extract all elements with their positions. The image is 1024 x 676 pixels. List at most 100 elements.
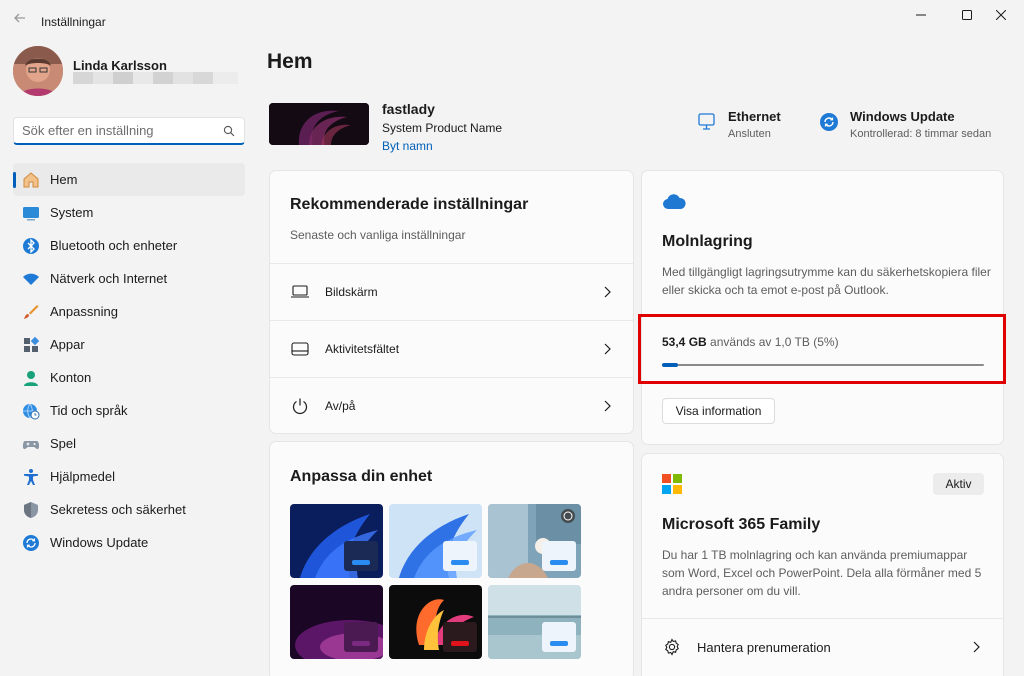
back-arrow-icon[interactable]	[10, 10, 30, 30]
recommended-settings-card: Rekommenderade inställningar Senaste och…	[269, 170, 634, 434]
device-wallpaper-thumbnail	[269, 103, 369, 145]
close-icon	[996, 10, 1006, 20]
sidebar-item-label: Hem	[50, 172, 78, 187]
manage-subscription-row[interactable]: Hantera prenumeration	[642, 618, 1003, 675]
ethernet-status-subtitle: Ansluten	[728, 128, 771, 140]
search-input[interactable]	[22, 123, 217, 138]
minimize-icon	[916, 14, 926, 16]
recommended-title: Rekommenderade inställningar	[290, 196, 529, 213]
chevron-right-icon	[602, 399, 612, 413]
onedrive-cloud-icon	[662, 193, 686, 211]
recommended-row-bildskarm[interactable]: Bildskärm	[270, 263, 634, 320]
cloud-title: Molnlagring	[662, 233, 753, 250]
avatar[interactable]	[13, 46, 63, 96]
search-icon[interactable]	[223, 125, 235, 137]
device-model: System Product Name	[382, 121, 503, 135]
theme-thumbnail-1[interactable]	[290, 504, 383, 578]
bluetooth-icon	[22, 237, 40, 255]
slideshow-icon	[560, 508, 576, 524]
chevron-right-icon	[602, 342, 612, 356]
microsoft-365-card: Aktiv Microsoft 365 Family Du har 1 TB m…	[641, 453, 1004, 676]
display-icon	[290, 282, 310, 302]
chevron-right-icon	[971, 640, 981, 654]
theme-thumbnail-6[interactable]	[488, 585, 581, 659]
theme-thumbnail-3[interactable]	[488, 504, 581, 578]
sidebar-item-appar[interactable]: Appar	[13, 328, 245, 361]
gear-icon	[662, 637, 682, 657]
row-label: Av/på	[325, 399, 356, 413]
chevron-right-icon	[602, 285, 612, 299]
apps-icon	[22, 336, 40, 354]
sidebar-item-label: Appar	[50, 337, 85, 352]
row-label: Aktivitetsfältet	[325, 342, 400, 356]
recommended-row-aktivitetsfaltet[interactable]: Aktivitetsfältet	[270, 320, 634, 377]
sidebar-item-spel[interactable]: Spel	[13, 427, 245, 460]
title-bar: Inställningar	[0, 0, 1024, 42]
windows-update-status-subtitle: Kontrollerad: 8 timmar sedan	[850, 128, 992, 140]
sidebar-item-label: System	[50, 205, 94, 220]
usage-highlight-box	[638, 314, 1006, 384]
sidebar-item-label: Windows Update	[50, 535, 149, 550]
m365-description: Du har 1 TB molnlagring och kan använda …	[662, 548, 982, 598]
recommended-subtitle: Senaste och vanliga inställningar	[290, 228, 466, 242]
windows-update-status-title[interactable]: Windows Update	[850, 109, 955, 124]
ethernet-icon[interactable]	[697, 112, 717, 132]
theme-thumbnail-4[interactable]	[290, 585, 383, 659]
account-icon	[22, 369, 40, 387]
personalize-card: Anpassa din enhet	[269, 441, 634, 676]
sidebar-item-label: Nätverk och Internet	[50, 271, 168, 286]
maximize-icon	[962, 10, 972, 20]
sidebar-item-tid-och-sprak[interactable]: Tid och språk	[13, 394, 245, 427]
sidebar-item-label: Anpassning	[50, 304, 118, 319]
window-title: Inställningar	[41, 15, 106, 29]
system-icon	[22, 204, 40, 222]
page-title: Hem	[267, 50, 313, 73]
device-name: fastlady	[382, 101, 435, 117]
sidebar-item-anpassning[interactable]: Anpassning	[13, 295, 245, 328]
power-icon	[290, 396, 310, 416]
manage-subscription-label: Hantera prenumeration	[697, 639, 831, 655]
globe-clock-icon	[22, 402, 40, 420]
update-icon[interactable]	[819, 112, 839, 132]
sidebar-item-label: Sekretess och säkerhet	[50, 502, 186, 517]
user-email-redacted	[73, 72, 238, 84]
sidebar-item-label: Tid och språk	[50, 403, 128, 418]
minimize-button[interactable]	[898, 0, 944, 30]
microsoft-logo-icon	[662, 474, 682, 494]
cloud-storage-card: Molnlagring Med tillgängligt lagringsutr…	[641, 170, 1004, 445]
user-name: Linda Karlsson	[73, 58, 167, 73]
close-button[interactable]	[978, 0, 1024, 30]
sidebar-item-bluetooth[interactable]: Bluetooth och enheter	[13, 229, 245, 262]
status-badge: Aktiv	[933, 473, 984, 495]
shield-icon	[22, 501, 40, 519]
view-details-button[interactable]: Visa information	[662, 398, 775, 424]
sidebar-item-natverk[interactable]: Nätverk och Internet	[13, 262, 245, 295]
row-label: Bildskärm	[325, 285, 378, 299]
sidebar-item-label: Konton	[50, 370, 92, 385]
sidebar-item-konton[interactable]: Konton	[13, 361, 245, 394]
sidebar-item-hjalpmedel[interactable]: Hjälpmedel	[13, 460, 245, 493]
wifi-icon	[22, 270, 40, 288]
cloud-description: Med tillgängligt lagringsutrymme kan du …	[662, 265, 991, 297]
accessibility-icon	[22, 468, 40, 486]
brush-icon	[22, 303, 40, 321]
search-box[interactable]	[13, 117, 245, 145]
taskbar-icon	[290, 339, 310, 359]
sidebar-nav: Hem System Bluetooth och enheter Nätverk…	[13, 163, 245, 559]
recommended-row-av-pa[interactable]: Av/på	[270, 377, 634, 434]
sidebar-item-sekretess[interactable]: Sekretess och säkerhet	[13, 493, 245, 526]
sidebar-item-system[interactable]: System	[13, 196, 245, 229]
home-icon	[22, 171, 40, 189]
gamepad-icon	[22, 435, 40, 453]
sidebar-item-label: Bluetooth och enheter	[50, 238, 178, 253]
update-icon	[22, 534, 40, 552]
theme-thumbnail-5[interactable]	[389, 585, 482, 659]
ethernet-status-title[interactable]: Ethernet	[728, 109, 781, 124]
sidebar-item-hem[interactable]: Hem	[13, 163, 245, 196]
m365-title: Microsoft 365 Family	[662, 516, 821, 533]
personalize-title: Anpassa din enhet	[290, 468, 433, 485]
rename-link[interactable]: Byt namn	[382, 139, 433, 153]
sidebar-item-windows-update[interactable]: Windows Update	[13, 526, 245, 559]
sidebar-item-label: Hjälpmedel	[50, 469, 116, 484]
theme-thumbnail-2[interactable]	[389, 504, 482, 578]
